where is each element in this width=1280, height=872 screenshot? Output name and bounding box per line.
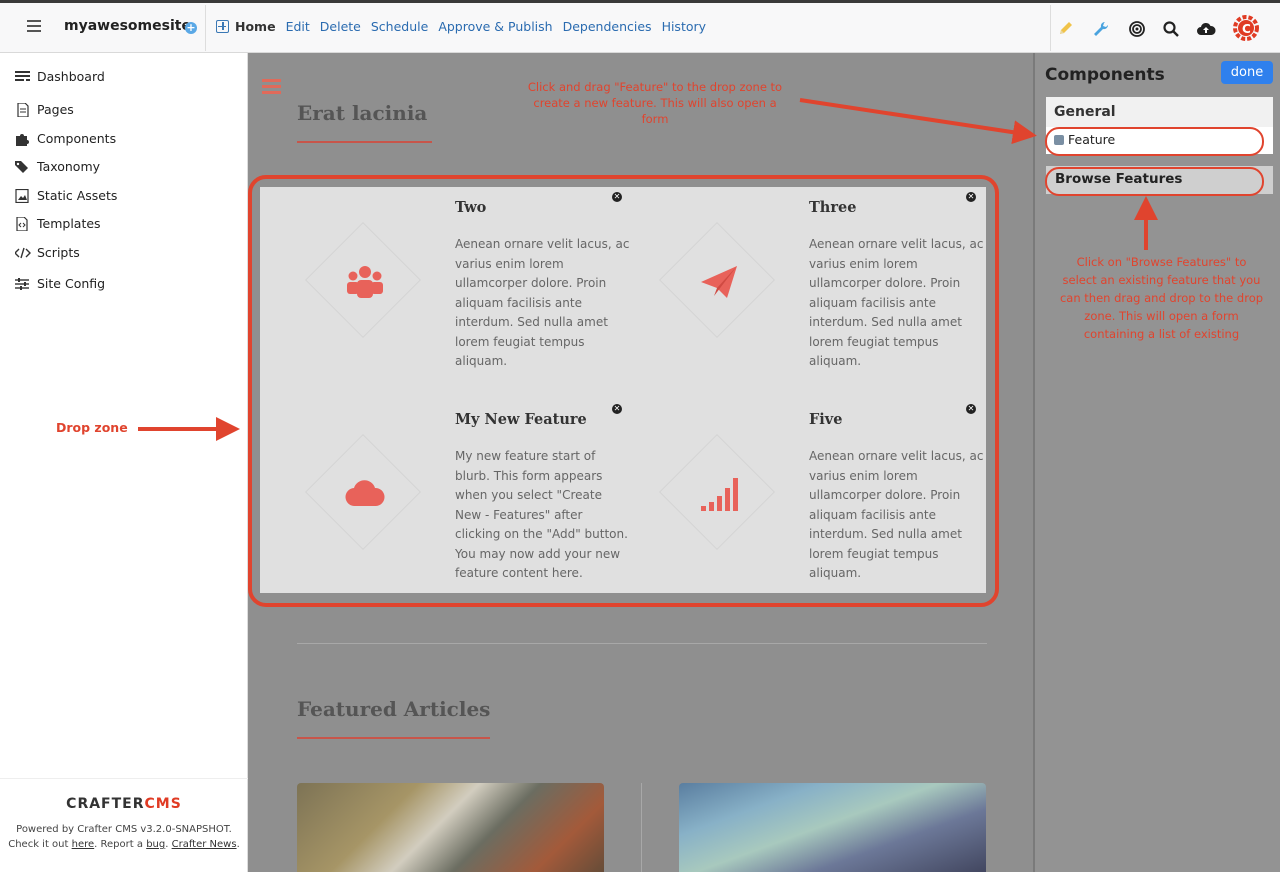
arrow-to-feature bbox=[799, 98, 1037, 145]
annotation-arrows bbox=[138, 98, 1158, 441]
